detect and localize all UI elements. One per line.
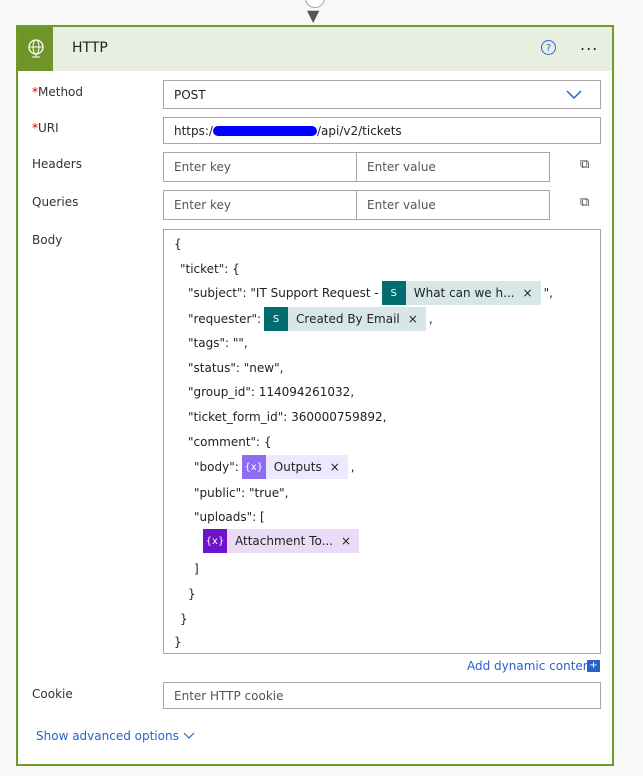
queries-key-input[interactable]: Enter key <box>163 190 357 220</box>
arrow-down-icon: ▼ <box>307 6 320 25</box>
switch-to-text-icon[interactable]: ⧉ <box>580 195 589 210</box>
remove-token-icon[interactable]: × <box>330 460 340 474</box>
token-attachment[interactable]: {x} Attachment To... × <box>203 529 360 553</box>
chevron-down-icon <box>183 732 195 739</box>
queries-value-input[interactable]: Enter value <box>356 190 550 220</box>
body-line: } <box>180 612 188 626</box>
body-editor[interactable]: { "ticket": { "subject": "IT Support Req… <box>163 229 601 654</box>
body-line: "subject": "IT Support Request - S What c… <box>188 281 553 305</box>
body-line: } <box>174 635 182 649</box>
body-line: "group_id": 114094261032, <box>188 385 355 399</box>
help-icon[interactable]: ? <box>541 40 556 55</box>
body-line: "ticket": { <box>180 262 240 276</box>
body-line: "comment": { <box>188 435 272 449</box>
body-line: "status": "new", <box>188 361 284 375</box>
remove-token-icon[interactable]: × <box>408 312 418 326</box>
globe-icon <box>18 27 53 71</box>
switch-to-text-icon[interactable]: ⧉ <box>580 157 589 172</box>
body-line: "ticket_form_id": 360000759892, <box>188 410 387 424</box>
headers-value-input[interactable]: Enter value <box>356 152 550 182</box>
body-line: "uploads": [ <box>194 510 265 524</box>
sharepoint-icon: S <box>264 307 289 331</box>
method-label: *Method <box>32 85 84 99</box>
add-dynamic-content-link[interactable]: Add dynamic content <box>467 659 595 673</box>
token-outputs[interactable]: {x} Outputs × <box>241 455 348 479</box>
chevron-down-icon <box>566 89 582 99</box>
headers-label: Headers <box>32 157 82 171</box>
uri-input[interactable]: https://api/v2/tickets <box>163 117 601 144</box>
headers-key-input[interactable]: Enter key <box>163 152 357 182</box>
body-line: { <box>174 237 182 251</box>
expression-icon: {x} <box>203 529 227 553</box>
more-options-icon[interactable]: ... <box>580 35 598 54</box>
body-line: "requester": S Created By Email ×, <box>188 307 433 331</box>
cookie-input[interactable]: Enter HTTP cookie <box>163 682 601 709</box>
show-advanced-options-button[interactable]: Show advanced options <box>36 729 195 743</box>
remove-token-icon[interactable]: × <box>523 286 533 300</box>
uri-label: *URI <box>32 121 59 135</box>
method-select[interactable]: POST <box>163 80 601 109</box>
body-line: "tags": "", <box>188 336 248 350</box>
variable-icon: {x} <box>241 455 266 479</box>
redaction-mark <box>212 125 317 136</box>
http-action-card: HTTP ? ... *Method POST *URI https://api… <box>16 25 614 766</box>
queries-label: Queries <box>32 195 79 209</box>
body-label: Body <box>32 233 63 247</box>
cookie-label: Cookie <box>32 687 73 701</box>
body-line: } <box>188 587 196 601</box>
body-line: {x} Attachment To... × <box>200 529 362 553</box>
body-line: "public": "true", <box>194 486 289 500</box>
body-line: "body": {x} Outputs ×, <box>194 455 355 479</box>
sharepoint-icon: S <box>381 281 406 305</box>
remove-token-icon[interactable]: × <box>341 534 351 548</box>
add-icon[interactable]: + <box>587 660 600 672</box>
token-created-by-email[interactable]: S Created By Email × <box>264 307 426 331</box>
card-title: HTTP <box>72 40 108 56</box>
card-header[interactable]: HTTP ? ... <box>18 27 612 71</box>
token-what-can-we-help[interactable]: S What can we h... × <box>381 281 541 305</box>
body-line: ] <box>194 562 199 576</box>
